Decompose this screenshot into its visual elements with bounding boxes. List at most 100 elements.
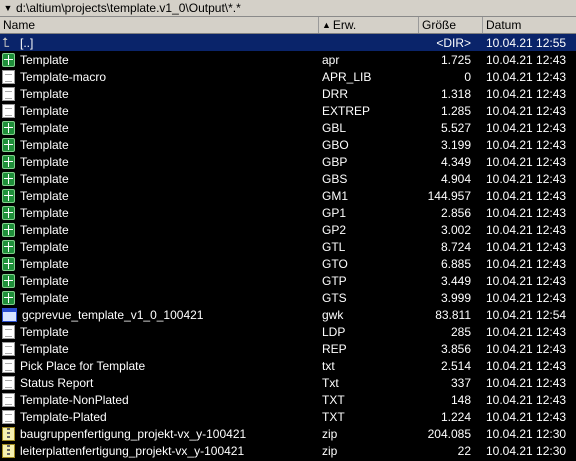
file-row[interactable]: Template GBP 4.349 10.04.21 12:43 xyxy=(0,153,576,170)
file-date: 10.04.21 12:43 xyxy=(486,103,567,118)
file-row[interactable]: Template apr 1.725 10.04.21 12:43 xyxy=(0,51,576,68)
file-name-cell: Template xyxy=(0,341,319,356)
file-name-cell: Template xyxy=(0,103,319,118)
file-size: 0 xyxy=(464,69,471,84)
file-name: Template xyxy=(20,239,69,254)
file-row[interactable]: Template GP2 3.002 10.04.21 12:43 xyxy=(0,221,576,238)
file-row[interactable]: ⮤ [..] <DIR> 10.04.21 12:55 xyxy=(0,34,576,51)
gcprevue-icon xyxy=(2,307,17,322)
file-date: 10.04.21 12:43 xyxy=(486,375,567,390)
gerber-icon xyxy=(2,290,15,305)
file-name-cell: Pick Place for Template xyxy=(0,358,319,373)
file-size: 8.724 xyxy=(440,239,471,254)
file-name-cell: Template xyxy=(0,222,319,237)
file-row[interactable]: Template GTL 8.724 10.04.21 12:43 xyxy=(0,238,576,255)
column-header: Name ▲ Erw. Größe Datum xyxy=(0,17,576,34)
file-ext: TXT xyxy=(322,392,345,407)
gerber-icon xyxy=(2,137,15,152)
file-row[interactable]: Template REP 3.856 10.04.21 12:43 xyxy=(0,340,576,357)
file-name: Status Report xyxy=(20,375,94,390)
file-row[interactable]: Pick Place for Template txt 2.514 10.04.21 … xyxy=(0,357,576,374)
file-date: 10.04.21 12:43 xyxy=(486,324,567,339)
file-row[interactable]: Template-macro APR_LIB 0 10.04.21 12:43 xyxy=(0,68,576,85)
column-header-date[interactable]: Datum xyxy=(483,17,576,33)
file-row[interactable]: Template GM1 144.957 10.04.21 12:43 xyxy=(0,187,576,204)
gerber-icon xyxy=(2,120,15,135)
file-row[interactable]: Template GBO 3.199 10.04.21 12:43 xyxy=(0,136,576,153)
file-date: 10.04.21 12:30 xyxy=(486,443,567,458)
gerber-icon xyxy=(2,273,15,288)
file-name: Template xyxy=(20,103,69,118)
column-size-label: Größe xyxy=(422,18,457,32)
file-row[interactable]: Status Report Txt 337 10.04.21 12:43 xyxy=(0,374,576,391)
file-row[interactable]: Template GTP 3.449 10.04.21 12:43 xyxy=(0,272,576,289)
file-name: Template xyxy=(20,52,69,67)
file-name-cell: ⮤ [..] xyxy=(0,36,319,50)
file-size: <DIR> xyxy=(436,35,471,50)
folder-up-icon: ⮤ xyxy=(2,35,10,50)
file-row[interactable]: gcprevue_template_v1_0_100421 gwk 83.811 10… xyxy=(0,306,576,323)
file-ext: txt xyxy=(322,358,335,373)
file-size: 4.349 xyxy=(440,154,471,169)
file-ext: zip xyxy=(322,426,338,441)
file-row[interactable]: Template GTO 6.885 10.04.21 12:43 xyxy=(0,255,576,272)
file-name: baugruppenfertigung_projekt-vx_y-100421 xyxy=(20,426,247,441)
file-row[interactable]: Template DRR 1.318 10.04.21 12:43 xyxy=(0,85,576,102)
file-row[interactable]: Template-NonPlated TXT 148 10.04.21 12:43 xyxy=(0,391,576,408)
file-name-cell: Template-macro xyxy=(0,69,319,84)
path-bar[interactable]: ▼ d:\altium\projects\template.v1_0\Outpu… xyxy=(0,0,576,17)
file-date: 10.04.21 12:43 xyxy=(486,137,567,152)
file-ext: zip xyxy=(322,443,338,458)
file-name: leiterplattenfertigung_projekt-vx_y-1004… xyxy=(20,443,245,458)
document-icon xyxy=(2,358,15,373)
file-name: Template xyxy=(20,222,69,237)
gerber-icon xyxy=(2,188,15,203)
file-date: 10.04.21 12:43 xyxy=(486,358,567,373)
file-size: 5.527 xyxy=(440,120,471,135)
file-name-cell: Template xyxy=(0,273,319,288)
file-date: 10.04.21 12:43 xyxy=(486,409,567,424)
file-name: Template xyxy=(20,324,69,339)
file-name: Template xyxy=(20,171,69,186)
file-ext: GTL xyxy=(322,239,346,254)
file-name-cell: Template xyxy=(0,86,319,101)
column-header-size[interactable]: Größe xyxy=(419,17,483,33)
document-icon xyxy=(2,409,15,424)
file-size: 1.318 xyxy=(440,86,471,101)
column-header-ext[interactable]: ▲ Erw. xyxy=(319,17,419,33)
file-size: 285 xyxy=(450,324,471,339)
file-date: 10.04.21 12:43 xyxy=(486,256,567,271)
file-name: gcprevue_template_v1_0_100421 xyxy=(22,307,204,322)
file-row[interactable]: Template-Plated TXT 1.224 10.04.21 12:43 xyxy=(0,408,576,425)
file-size: 4.904 xyxy=(440,171,471,186)
file-name: Template xyxy=(20,273,69,288)
file-name: Template-Plated xyxy=(20,409,107,424)
file-ext: TXT xyxy=(322,409,345,424)
file-row[interactable]: Template LDP 285 10.04.21 12:43 xyxy=(0,323,576,340)
file-name: Pick Place for Template xyxy=(20,358,146,373)
chevron-down-icon[interactable]: ▼ xyxy=(2,3,14,13)
file-row[interactable]: Template GP1 2.856 10.04.21 12:43 xyxy=(0,204,576,221)
document-icon xyxy=(2,86,15,101)
file-name-cell: Template xyxy=(0,324,319,339)
file-ext: GP2 xyxy=(322,222,347,237)
file-row[interactable]: leiterplattenfertigung_projekt-vx_y-1004… xyxy=(0,442,576,459)
file-name: Template xyxy=(20,256,69,271)
file-size: 2.514 xyxy=(440,358,471,373)
file-row[interactable]: Template GTS 3.999 10.04.21 12:43 xyxy=(0,289,576,306)
file-row[interactable]: Template GBL 5.527 10.04.21 12:43 xyxy=(0,119,576,136)
file-row[interactable]: Template EXTREP 1.285 10.04.21 12:43 xyxy=(0,102,576,119)
zip-icon xyxy=(2,443,15,458)
file-date: 10.04.21 12:43 xyxy=(486,341,567,356)
file-date: 10.04.21 12:43 xyxy=(486,239,567,254)
file-row[interactable]: Template GBS 4.904 10.04.21 12:43 xyxy=(0,170,576,187)
file-date: 10.04.21 12:43 xyxy=(486,171,567,186)
file-date: 10.04.21 12:43 xyxy=(486,52,567,67)
gerber-icon xyxy=(2,154,15,169)
file-row[interactable]: baugruppenfertigung_projekt-vx_y-100421 z… xyxy=(0,425,576,442)
file-ext: apr xyxy=(322,52,340,67)
file-ext: GM1 xyxy=(322,188,349,203)
column-header-name[interactable]: Name xyxy=(0,17,319,33)
file-name: [..] xyxy=(20,35,34,50)
file-size: 1.285 xyxy=(440,103,471,118)
